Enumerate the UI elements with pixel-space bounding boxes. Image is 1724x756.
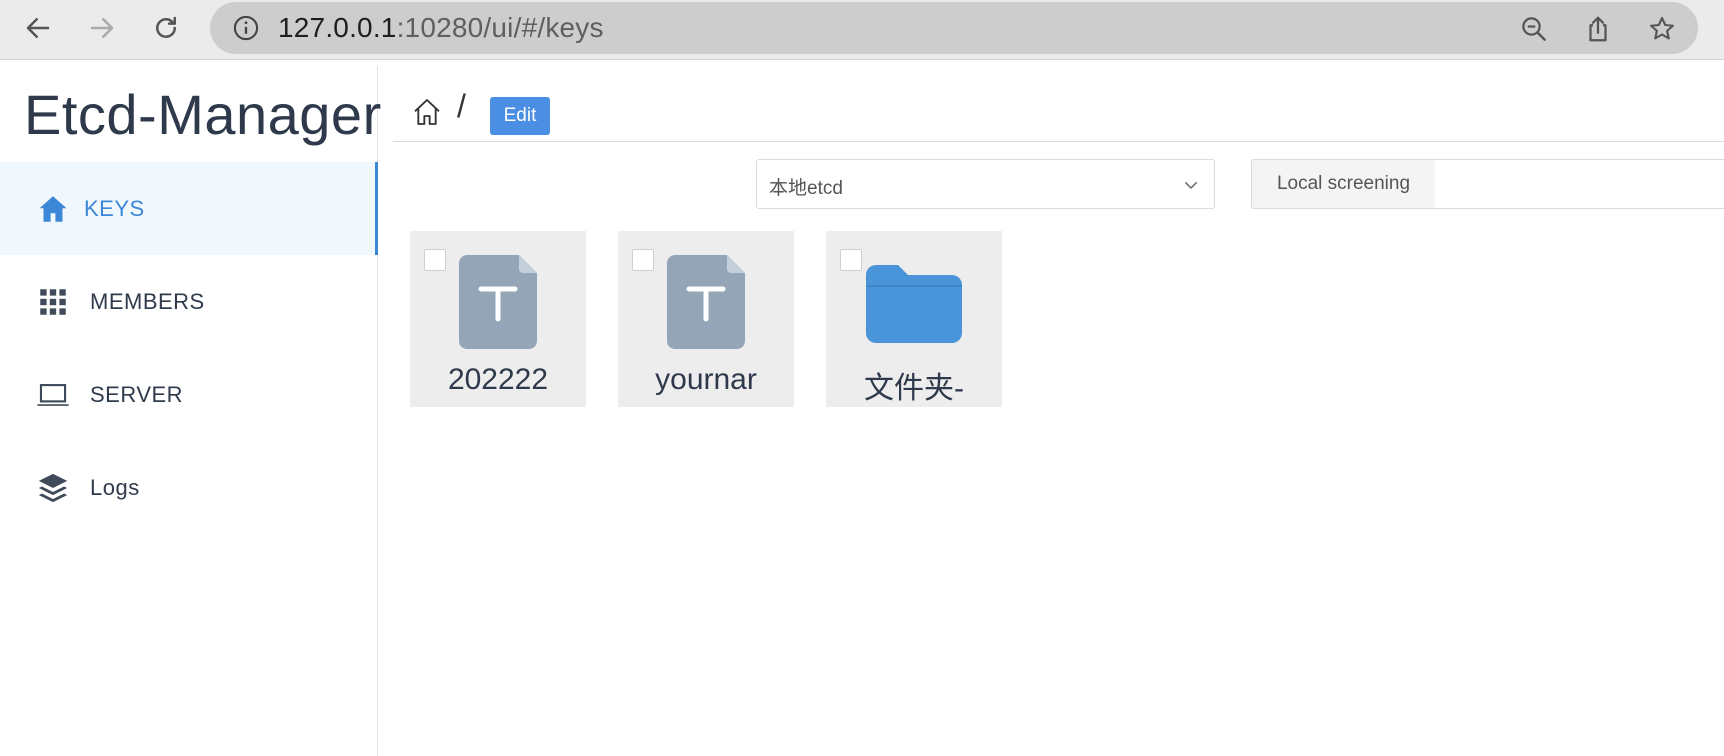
tile-name: 202222	[447, 363, 549, 396]
home-outline-icon[interactable]	[411, 96, 443, 128]
url-text[interactable]: 127.0.0.1:10280/ui/#/keys	[278, 12, 604, 44]
sidebar-item-members[interactable]: MEMBERS	[0, 255, 378, 348]
breadcrumb-separator: /	[457, 88, 466, 124]
sidebar-item-logs[interactable]: Logs	[0, 441, 378, 534]
tile-checkbox[interactable]	[632, 249, 654, 271]
folder-tile[interactable]: 文件夹-	[826, 231, 1002, 407]
tile-checkbox[interactable]	[840, 249, 862, 271]
zoom-out-button[interactable]	[1518, 13, 1550, 45]
text-file-icon	[459, 255, 537, 349]
sidebar-item-label: MEMBERS	[90, 288, 205, 314]
tile-name: 文件夹-	[864, 372, 964, 405]
share-icon	[1589, 16, 1607, 42]
folder-icon	[866, 265, 962, 343]
back-button[interactable]	[20, 10, 56, 46]
sidebar-item-keys[interactable]: KEYS	[0, 162, 378, 255]
app-brand: Etcd-Manager	[24, 83, 382, 146]
filter-label: Local screening	[1251, 159, 1436, 209]
address-bar[interactable]: 127.0.0.1:10280/ui/#/keys	[210, 2, 1698, 54]
sidebar-item-label: SERVER	[90, 381, 184, 407]
arrow-left-icon	[26, 18, 50, 38]
sidebar-item-server[interactable]: SERVER	[0, 348, 378, 441]
zoom-out-icon	[1522, 17, 1546, 41]
reload-icon	[156, 16, 176, 38]
local-filter: Local screening	[1251, 159, 1724, 209]
home-icon	[36, 192, 70, 226]
star-icon	[1650, 16, 1674, 40]
forward-button[interactable]	[84, 10, 120, 46]
key-tile[interactable]: 202222	[410, 231, 586, 407]
reload-button[interactable]	[148, 10, 184, 46]
main-content: / Edit 本地etcd Local screening 202222 you…	[379, 66, 1724, 756]
url-host: 127.0.0.1	[278, 12, 397, 43]
laptop-icon	[36, 378, 70, 412]
bookmark-button[interactable]	[1646, 13, 1678, 45]
info-icon[interactable]	[232, 14, 260, 42]
key-tile[interactable]: yournar	[618, 231, 794, 407]
breadcrumb: / Edit	[393, 66, 1724, 142]
filter-input[interactable]	[1435, 159, 1724, 209]
arrow-right-icon	[90, 18, 114, 38]
layers-icon	[36, 471, 70, 505]
sidebar: Etcd-Manager KEYS MEMBERS SERVER Logs	[0, 66, 381, 756]
server-select[interactable]: 本地etcd	[756, 159, 1215, 209]
tile-checkbox[interactable]	[424, 249, 446, 271]
sidebar-item-label: KEYS	[84, 195, 145, 221]
server-select-value: 本地etcd	[769, 178, 843, 199]
browser-toolbar: 127.0.0.1:10280/ui/#/keys	[0, 0, 1724, 60]
url-path: :10280/ui/#/keys	[396, 12, 604, 43]
chevron-down-icon	[1185, 182, 1197, 189]
grid-icon	[36, 285, 70, 319]
text-file-icon	[667, 255, 745, 349]
tile-name: yournar	[655, 363, 757, 396]
sidebar-item-label: Logs	[90, 474, 140, 500]
edit-button[interactable]: Edit	[490, 97, 550, 135]
share-button[interactable]	[1582, 13, 1614, 45]
